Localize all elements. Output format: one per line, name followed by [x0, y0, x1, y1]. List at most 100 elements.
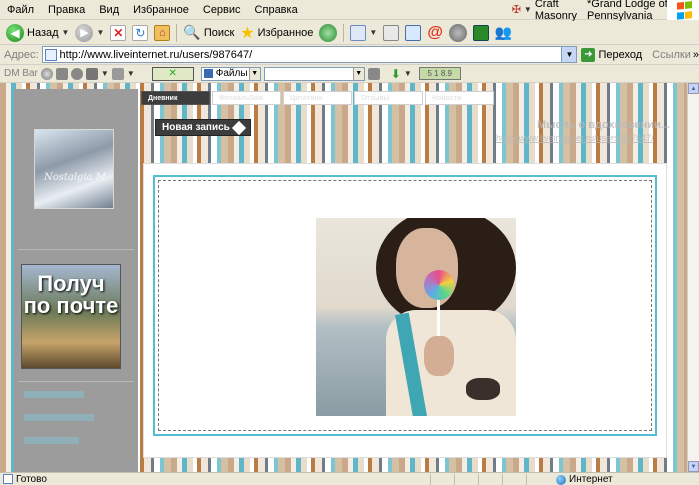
toolbar-separator: [343, 23, 345, 42]
window-icon[interactable]: [111, 67, 124, 80]
files-dropdown-icon[interactable]: ▼: [248, 67, 260, 80]
menu-bar: Файл Правка Вид Избранное Сервис Справка…: [0, 0, 699, 22]
link-craft-masonry[interactable]: ✠ ▼ Craft Masonry: [507, 0, 582, 22]
home-icon: ⌂: [154, 24, 171, 41]
page-viewport[interactable]: Nostalgia M Получ по почте Дневник Фотоа…: [0, 83, 687, 472]
sidebar-link[interactable]: [24, 414, 94, 421]
scroll-down-icon[interactable]: ▼: [688, 461, 699, 472]
security-zone: Интернет: [556, 473, 613, 485]
status-text: Готово: [16, 473, 47, 485]
blog-tabs: Дневник Фотоальбом Цитатник Отзывы Новос…: [141, 91, 494, 107]
window-dropdown-icon[interactable]: ▼: [127, 69, 135, 78]
refresh-icon: ↻: [132, 24, 149, 41]
at-sign-icon: @: [427, 23, 443, 41]
post-photo[interactable]: [316, 218, 516, 416]
stop-button[interactable]: ✕: [107, 22, 129, 44]
download-dropdown-icon[interactable]: ▼: [404, 69, 412, 78]
edit-button[interactable]: [402, 22, 424, 44]
page-done-icon: [3, 474, 13, 484]
printer-icon: [383, 24, 400, 41]
back-dropdown-icon[interactable]: ▼: [62, 28, 70, 37]
mail-button[interactable]: ▼: [347, 22, 380, 44]
status-cell: [526, 474, 548, 485]
address-label: Адрес:: [4, 48, 39, 61]
forward-arrow-icon: ▶: [75, 23, 94, 42]
star-icon: ★: [240, 24, 255, 42]
scroll-up-icon[interactable]: ▲: [688, 83, 699, 94]
files-square-icon: [203, 69, 213, 78]
back-label: Назад: [27, 26, 59, 39]
download-arrow-icon[interactable]: ⬇: [391, 67, 401, 81]
dm-search-combo[interactable]: ▼: [263, 66, 365, 81]
messenger-users-icon: 👥: [494, 24, 513, 40]
status-cell: [430, 474, 452, 485]
files-label: Файлы: [215, 68, 248, 79]
tab-quotes[interactable]: Цитатник: [283, 91, 352, 105]
address-bar: Адрес: http://www.liveinternet.ru/users/…: [0, 45, 699, 65]
post-panel: [143, 163, 667, 458]
favorites-button[interactable]: ★ Избранное: [237, 22, 316, 44]
mail-icon: [350, 24, 367, 41]
dm-bar-label: DM Bar: [4, 68, 38, 79]
download-status-box[interactable]: ✕: [151, 66, 194, 81]
square-compass-icon: ✠: [511, 4, 521, 16]
history-button[interactable]: [316, 22, 340, 44]
refresh-button[interactable]: ↻: [129, 22, 151, 44]
user-avatar[interactable]: Nostalgia M: [34, 129, 114, 209]
gear-icon[interactable]: [70, 67, 83, 80]
tab-diary[interactable]: Дневник: [141, 91, 210, 105]
dm-search-dropdown-icon[interactable]: ▼: [352, 67, 364, 80]
address-dropdown-icon[interactable]: ▼: [561, 47, 577, 62]
menu-file[interactable]: Файл: [0, 0, 41, 20]
mail-subscribe-banner[interactable]: Получ по почте: [21, 264, 121, 369]
tab-photo-album[interactable]: Фотоальбом: [212, 91, 281, 105]
print-button[interactable]: [380, 22, 402, 44]
tab-news[interactable]: Новости: [425, 91, 494, 105]
blog-sidebar: Nostalgia M Получ по почте: [14, 89, 138, 472]
dm-search-icon[interactable]: [367, 67, 380, 80]
favorites-label: Избранное: [257, 26, 314, 39]
links-overflow-chevron[interactable]: »: [693, 49, 699, 61]
go-button[interactable]: ➜ Переход: [581, 47, 643, 62]
go-arrow-icon: ➜: [581, 47, 596, 62]
new-post-button[interactable]: Новая запись: [155, 119, 251, 136]
menu-edit[interactable]: Правка: [41, 0, 92, 20]
add-icon[interactable]: [55, 67, 68, 80]
sidebar-link[interactable]: [24, 437, 79, 444]
menu-tools[interactable]: Сервис: [196, 0, 248, 20]
mailru-button[interactable]: @: [424, 22, 446, 44]
home-small-icon[interactable]: [85, 67, 98, 80]
address-url: http://www.liveinternet.ru/users/987647/: [59, 48, 253, 61]
links-label[interactable]: Ссылки: [652, 49, 691, 61]
address-input[interactable]: http://www.liveinternet.ru/users/987647/…: [41, 46, 578, 63]
menu-help[interactable]: Справка: [248, 0, 305, 20]
shield-icon: [448, 23, 467, 42]
back-button[interactable]: ◀ Назад ▼: [3, 22, 72, 44]
tab-reviews[interactable]: Отзывы: [354, 91, 423, 105]
photo-lollipop: [424, 270, 454, 300]
sidebar-links: [24, 391, 94, 460]
menu-favorites[interactable]: Избранное: [126, 0, 196, 20]
progress-box: 5 1 8.9: [418, 67, 461, 80]
messenger-button[interactable]: 👥: [492, 22, 515, 44]
photo-hand: [424, 336, 454, 376]
forward-dropdown-icon[interactable]: ▼: [96, 28, 104, 37]
new-post-label: Новая запись: [162, 122, 230, 133]
files-combo[interactable]: Файлы ▼: [200, 66, 261, 81]
standard-toolbar: ◀ Назад ▼ ▶ ▼ ✕ ↻ ⌂ 🔍 Поиск ★ Избранное …: [0, 21, 699, 45]
menu-view[interactable]: Вид: [92, 0, 126, 20]
addon-button[interactable]: [470, 22, 492, 44]
mail-dropdown-icon[interactable]: ▼: [369, 28, 377, 37]
home-small-dropdown-icon[interactable]: ▼: [101, 69, 109, 78]
globe-icon[interactable]: [40, 67, 53, 80]
blog-url-link[interactable]: http://www.liveinternet.ru/users/987647/: [496, 133, 654, 143]
go-label: Переход: [598, 48, 643, 61]
vertical-scrollbar[interactable]: ▲ ▼: [687, 83, 699, 472]
forward-button[interactable]: ▶ ▼: [72, 22, 107, 44]
search-button[interactable]: 🔍 Поиск: [180, 22, 237, 44]
status-bar: Готово Интернет: [0, 472, 699, 485]
sidebar-link[interactable]: [24, 391, 84, 398]
pencil-icon: [231, 120, 246, 135]
shield-button[interactable]: [446, 22, 470, 44]
home-button[interactable]: ⌂: [151, 22, 173, 44]
